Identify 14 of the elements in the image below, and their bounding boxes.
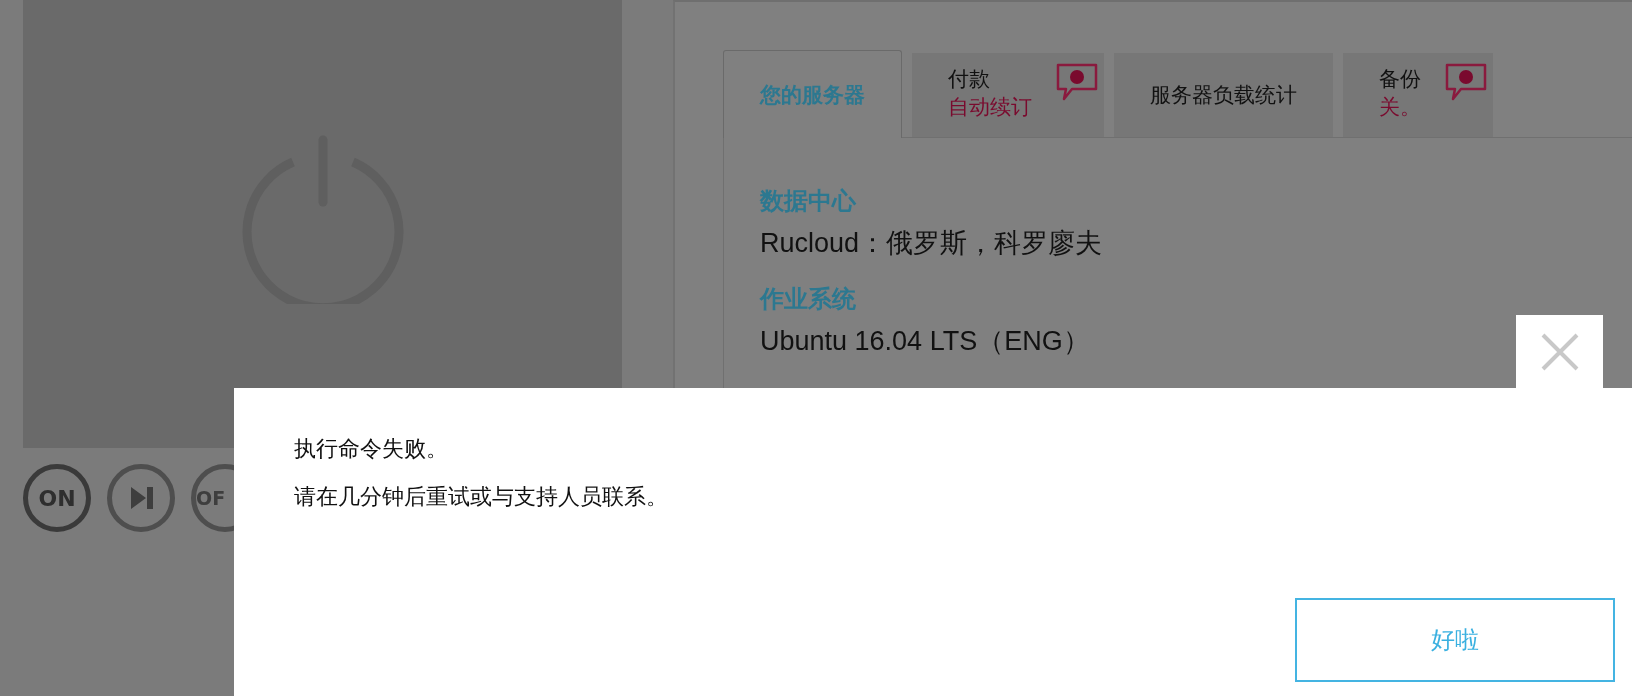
close-icon <box>1539 332 1580 372</box>
detail-label: 数据中心 <box>760 186 856 217</box>
close-button[interactable] <box>1516 315 1603 389</box>
error-message: 执行命令失败。 <box>294 435 449 463</box>
tab[interactable]: 备份 关。 <box>1343 53 1493 137</box>
ok-button[interactable]: 好啦 <box>1295 598 1615 682</box>
tab[interactable]: 服务器负载统计 <box>1114 53 1333 137</box>
detail-value: Ubuntu 16.04 LTS（ENG） <box>760 325 1090 358</box>
tab[interactable]: 付款 自动续订 <box>912 53 1104 137</box>
power-button[interactable]: ON <box>23 464 91 532</box>
skip-button[interactable] <box>107 464 175 532</box>
detail-label: 作业系统 <box>760 284 856 315</box>
detail-value: Rucloud：俄罗斯，科罗廖夫 <box>760 227 1103 260</box>
error-message: 请在几分钟后重试或与支持人员联系。 <box>294 483 669 511</box>
